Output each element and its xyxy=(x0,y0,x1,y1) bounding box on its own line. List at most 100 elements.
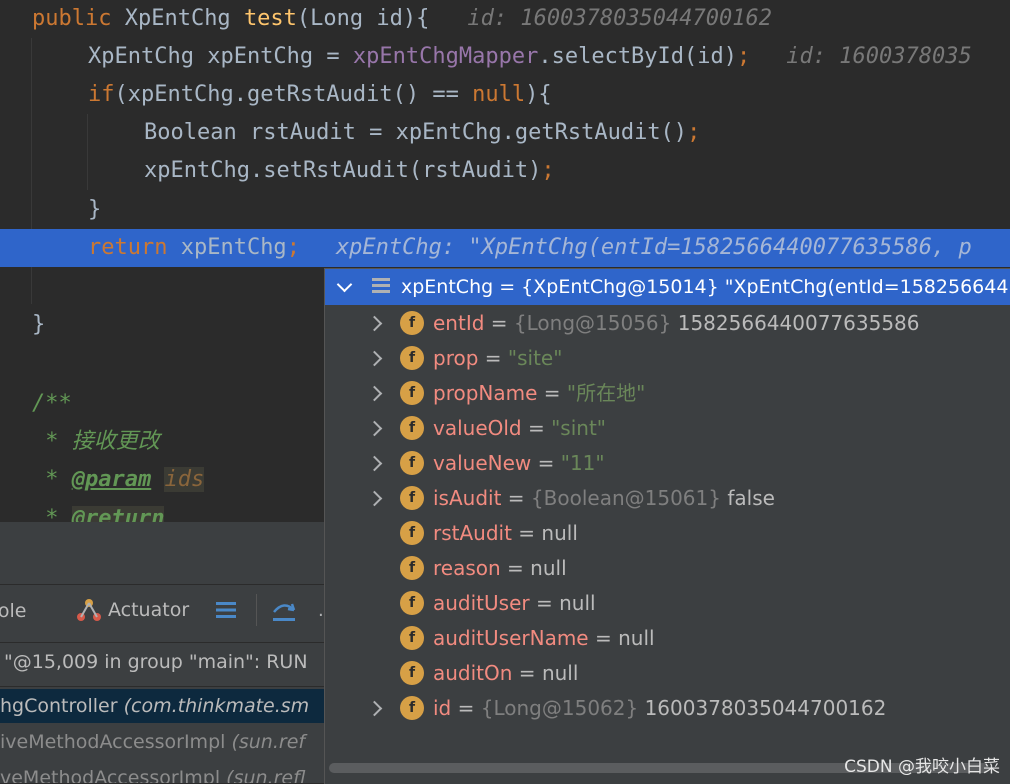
javadoc-tag: @return xyxy=(71,506,165,522)
variable-field-row[interactable]: f reason = null xyxy=(325,551,1010,586)
field-icon: f xyxy=(400,486,424,510)
field-name: id xyxy=(433,696,452,720)
code-text: } xyxy=(88,197,102,222)
code-line-2[interactable]: XpEntChg xpEntChg = xpEntChgMapper.selec… xyxy=(0,38,1010,76)
field-name: auditUserName xyxy=(433,626,589,650)
field-icon: f xyxy=(400,661,424,685)
expand-chevron-icon[interactable] xyxy=(366,700,383,717)
variable-field-row[interactable]: f prop = "site" xyxy=(325,341,1010,376)
stack-frame[interactable]: veMethodAccessorImpl (sun.refl xyxy=(0,761,330,783)
code-text: } xyxy=(32,312,46,337)
code-line-6[interactable]: } xyxy=(0,191,1010,229)
object-icon xyxy=(372,278,390,296)
semicolon: ; xyxy=(687,120,701,145)
equals-sign: = xyxy=(521,416,552,440)
debug-tab-bar: sole Actuator . xyxy=(0,584,330,642)
actuator-icon xyxy=(77,599,101,621)
equals-sign: = xyxy=(451,696,481,720)
field-icon: f xyxy=(400,556,424,580)
frame-method: veMethodAccessorImpl xyxy=(0,767,221,783)
variable-field-row[interactable]: f auditUser = null xyxy=(325,586,1010,621)
variable-field-row[interactable]: f valueNew = "11" xyxy=(325,446,1010,481)
toolbar-divider xyxy=(256,594,257,626)
divider xyxy=(0,686,330,687)
field-value: null xyxy=(618,626,655,650)
equals-sign: = xyxy=(484,311,514,335)
variable-field-row[interactable]: f isAudit = {Boolean@15061} false xyxy=(325,481,1010,516)
keyword: null xyxy=(472,82,526,107)
field-name: entId xyxy=(433,311,485,335)
stack-frame[interactable]: iveMethodAccessorImpl (sun.ref xyxy=(0,725,330,759)
field-icon: f xyxy=(400,626,424,650)
field-value: null xyxy=(530,556,567,580)
variable-field-row[interactable]: f valueOld = "sint" xyxy=(325,411,1010,446)
field-icon: f xyxy=(400,451,424,475)
collapse-chevron-icon[interactable] xyxy=(336,276,353,293)
field-name: rstAudit xyxy=(433,521,512,545)
inline-debug-value: xpEntChg: "XpEntChg(entId=15825664400776… xyxy=(335,235,972,260)
javadoc-param: ids xyxy=(164,467,205,492)
watermark: CSDN @我咬小白菜 xyxy=(844,757,1000,777)
code-line-4[interactable]: Boolean rstAudit = xpEntChg.getRstAudit(… xyxy=(0,114,1010,152)
field-icon: f xyxy=(400,311,424,335)
expand-chevron-icon[interactable] xyxy=(366,490,383,507)
field-value: null xyxy=(541,661,579,685)
keyword: return xyxy=(88,235,181,260)
debug-tool-window: sole Actuator . "@15,009 in group "main"… xyxy=(0,536,330,783)
code-text: XpEntChg xpEntChg = xyxy=(88,44,353,69)
equals-sign: = xyxy=(537,381,567,405)
tab-console[interactable]: sole xyxy=(0,600,27,622)
step-over-icon[interactable] xyxy=(270,598,298,628)
inline-debug-value: id: 1600378035 xyxy=(786,44,972,69)
field-name: propName xyxy=(433,381,538,405)
equals-sign: = xyxy=(478,346,508,370)
code-line-5[interactable]: xpEntChg.setRstAudit(rstAudit); xyxy=(0,152,1010,190)
panel-splitter[interactable] xyxy=(0,522,330,537)
field-name: valueNew xyxy=(433,451,532,475)
code-line-3[interactable]: if(xpEntChg.getRstAudit() == null){ xyxy=(0,76,1010,114)
object-reference: {Boolean@15061} xyxy=(530,486,728,510)
variable-field-row[interactable]: f auditOn = null xyxy=(325,656,1010,691)
threads-list-icon[interactable] xyxy=(214,598,238,626)
code-text: .selectById(id) xyxy=(538,44,738,69)
current-execution-line[interactable]: return xpEntChg; xpEntChg: "XpEntChg(entI… xyxy=(0,229,1010,267)
field-icon: f xyxy=(400,416,424,440)
thread-selector[interactable]: "@15,009 in group "main": RUN xyxy=(0,644,330,680)
variable-field-row[interactable]: f propName = "所在地" xyxy=(325,376,1010,411)
frame-package: (sun.refl xyxy=(220,767,306,783)
field-value: "site" xyxy=(507,346,563,370)
field-name: reason xyxy=(433,556,501,580)
frame-method: iveMethodAccessorImpl xyxy=(0,731,226,753)
equals-sign: = xyxy=(501,486,531,510)
equals-sign: = xyxy=(588,626,619,650)
field-value: "11" xyxy=(560,451,605,475)
variable-field-row[interactable]: f entId = {Long@15056} 158256644007763558… xyxy=(325,306,1010,341)
variable-field-row[interactable]: f rstAudit = null xyxy=(325,516,1010,551)
field-icon: f xyxy=(400,696,424,720)
tab-actuator-label: Actuator xyxy=(108,599,190,621)
variable-inspect-popup[interactable]: xpEntChg = {XpEntChg@15014} "XpEntChg(en… xyxy=(324,268,1010,784)
expand-chevron-icon[interactable] xyxy=(366,455,383,472)
field-value: null xyxy=(559,591,596,615)
inspected-variable-row[interactable]: xpEntChg = {XpEntChg@15014} "XpEntChg(en… xyxy=(325,269,1010,305)
expand-chevron-icon[interactable] xyxy=(366,350,383,367)
expand-chevron-icon[interactable] xyxy=(366,385,383,402)
variable-field-row[interactable]: f auditUserName = null xyxy=(325,621,1010,656)
code-line-1[interactable]: public XpEntChg test(Long id){id: 160037… xyxy=(0,0,1010,38)
stack-frame[interactable]: hgController (com.thinkmate.sm xyxy=(0,689,330,723)
field-name: prop xyxy=(433,346,479,370)
semicolon: ; xyxy=(737,44,751,69)
more-icon[interactable]: . xyxy=(318,600,324,621)
field-icon: f xyxy=(400,381,424,405)
frame-method: hgController xyxy=(0,695,118,717)
code-text: ){ xyxy=(525,82,552,107)
field-icon: f xyxy=(400,521,424,545)
inspected-variable-value: xpEntChg = {XpEntChg@15014} "XpEntChg(en… xyxy=(401,276,1009,298)
field-value: null xyxy=(541,521,578,545)
expand-chevron-icon[interactable] xyxy=(366,420,383,437)
equals-sign: = xyxy=(500,556,531,580)
expand-chevron-icon[interactable] xyxy=(366,315,383,332)
variable-field-row[interactable]: f id = {Long@15062} 1600378035044700162 xyxy=(325,691,1010,726)
tab-actuator[interactable]: Actuator xyxy=(76,598,189,622)
semicolon: ; xyxy=(541,158,555,183)
